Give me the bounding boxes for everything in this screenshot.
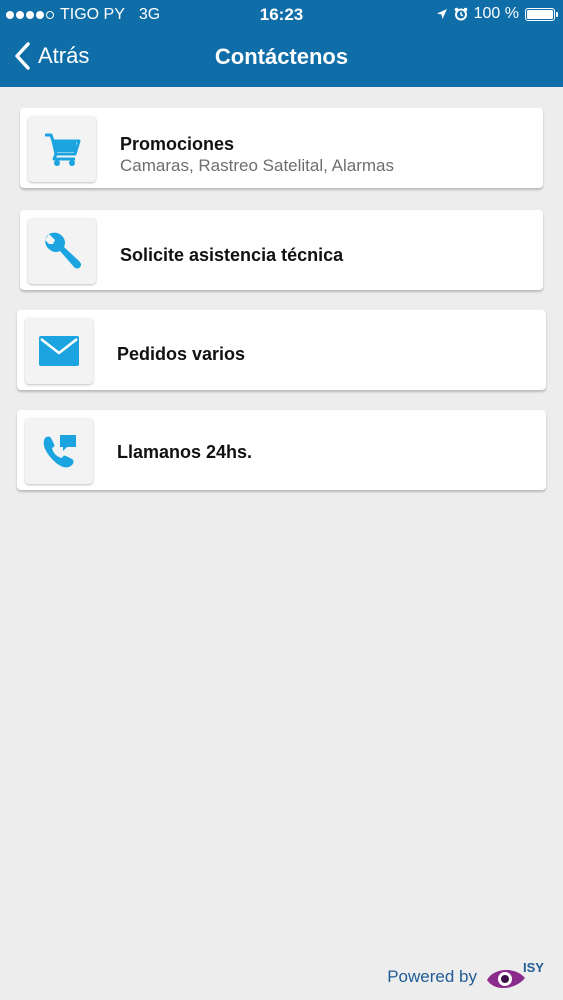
status-right: 100 %: [436, 5, 558, 23]
isy-logo: ISY: [485, 960, 547, 992]
location-arrow-icon: [436, 9, 447, 19]
header-bar: TIGO PY 3G 16:23 100 % Atrás Contáctenos: [0, 0, 563, 87]
wrench-icon: [45, 232, 82, 269]
item-title: Solicite asistencia técnica: [120, 245, 344, 265]
icon-tile: [28, 116, 96, 182]
chevron-left-icon: [15, 42, 30, 70]
icon-tile: [28, 218, 96, 284]
item-title: Llamanos 24hs.: [117, 442, 253, 462]
battery-percent: 100 %: [473, 5, 519, 22]
battery-icon: [525, 7, 558, 21]
menu-item-promociones[interactable]: Promociones Camaras, Rastreo Satelital, …: [20, 108, 543, 188]
navigation-bar: Atrás Contáctenos: [0, 30, 563, 87]
status-bar: TIGO PY 3G 16:23 100 %: [0, 0, 563, 30]
menu-item-llamanos[interactable]: Llamanos 24hs.: [17, 410, 546, 490]
item-subtitle: Camaras, Rastreo Satelital, Alarmas: [120, 156, 394, 175]
menu-item-pedidos-varios[interactable]: Pedidos varios: [17, 310, 546, 390]
back-label: Atrás: [38, 43, 90, 68]
item-title: Pedidos varios: [117, 344, 246, 364]
phone-icon: [43, 435, 76, 468]
powered-by-label: Powered by: [387, 967, 477, 986]
footer: Powered by ISY: [387, 960, 547, 992]
icon-tile: [25, 318, 93, 384]
item-title: Promociones: [120, 134, 235, 154]
menu-item-asistencia-tecnica[interactable]: Solicite asistencia técnica: [20, 210, 543, 290]
back-button[interactable]: Atrás: [14, 42, 89, 70]
alarm-clock-icon: [454, 7, 467, 21]
brand-label: ISY: [523, 960, 544, 975]
shopping-cart-icon: [45, 133, 81, 166]
icon-tile: [25, 418, 93, 484]
envelope-icon: [39, 336, 79, 366]
